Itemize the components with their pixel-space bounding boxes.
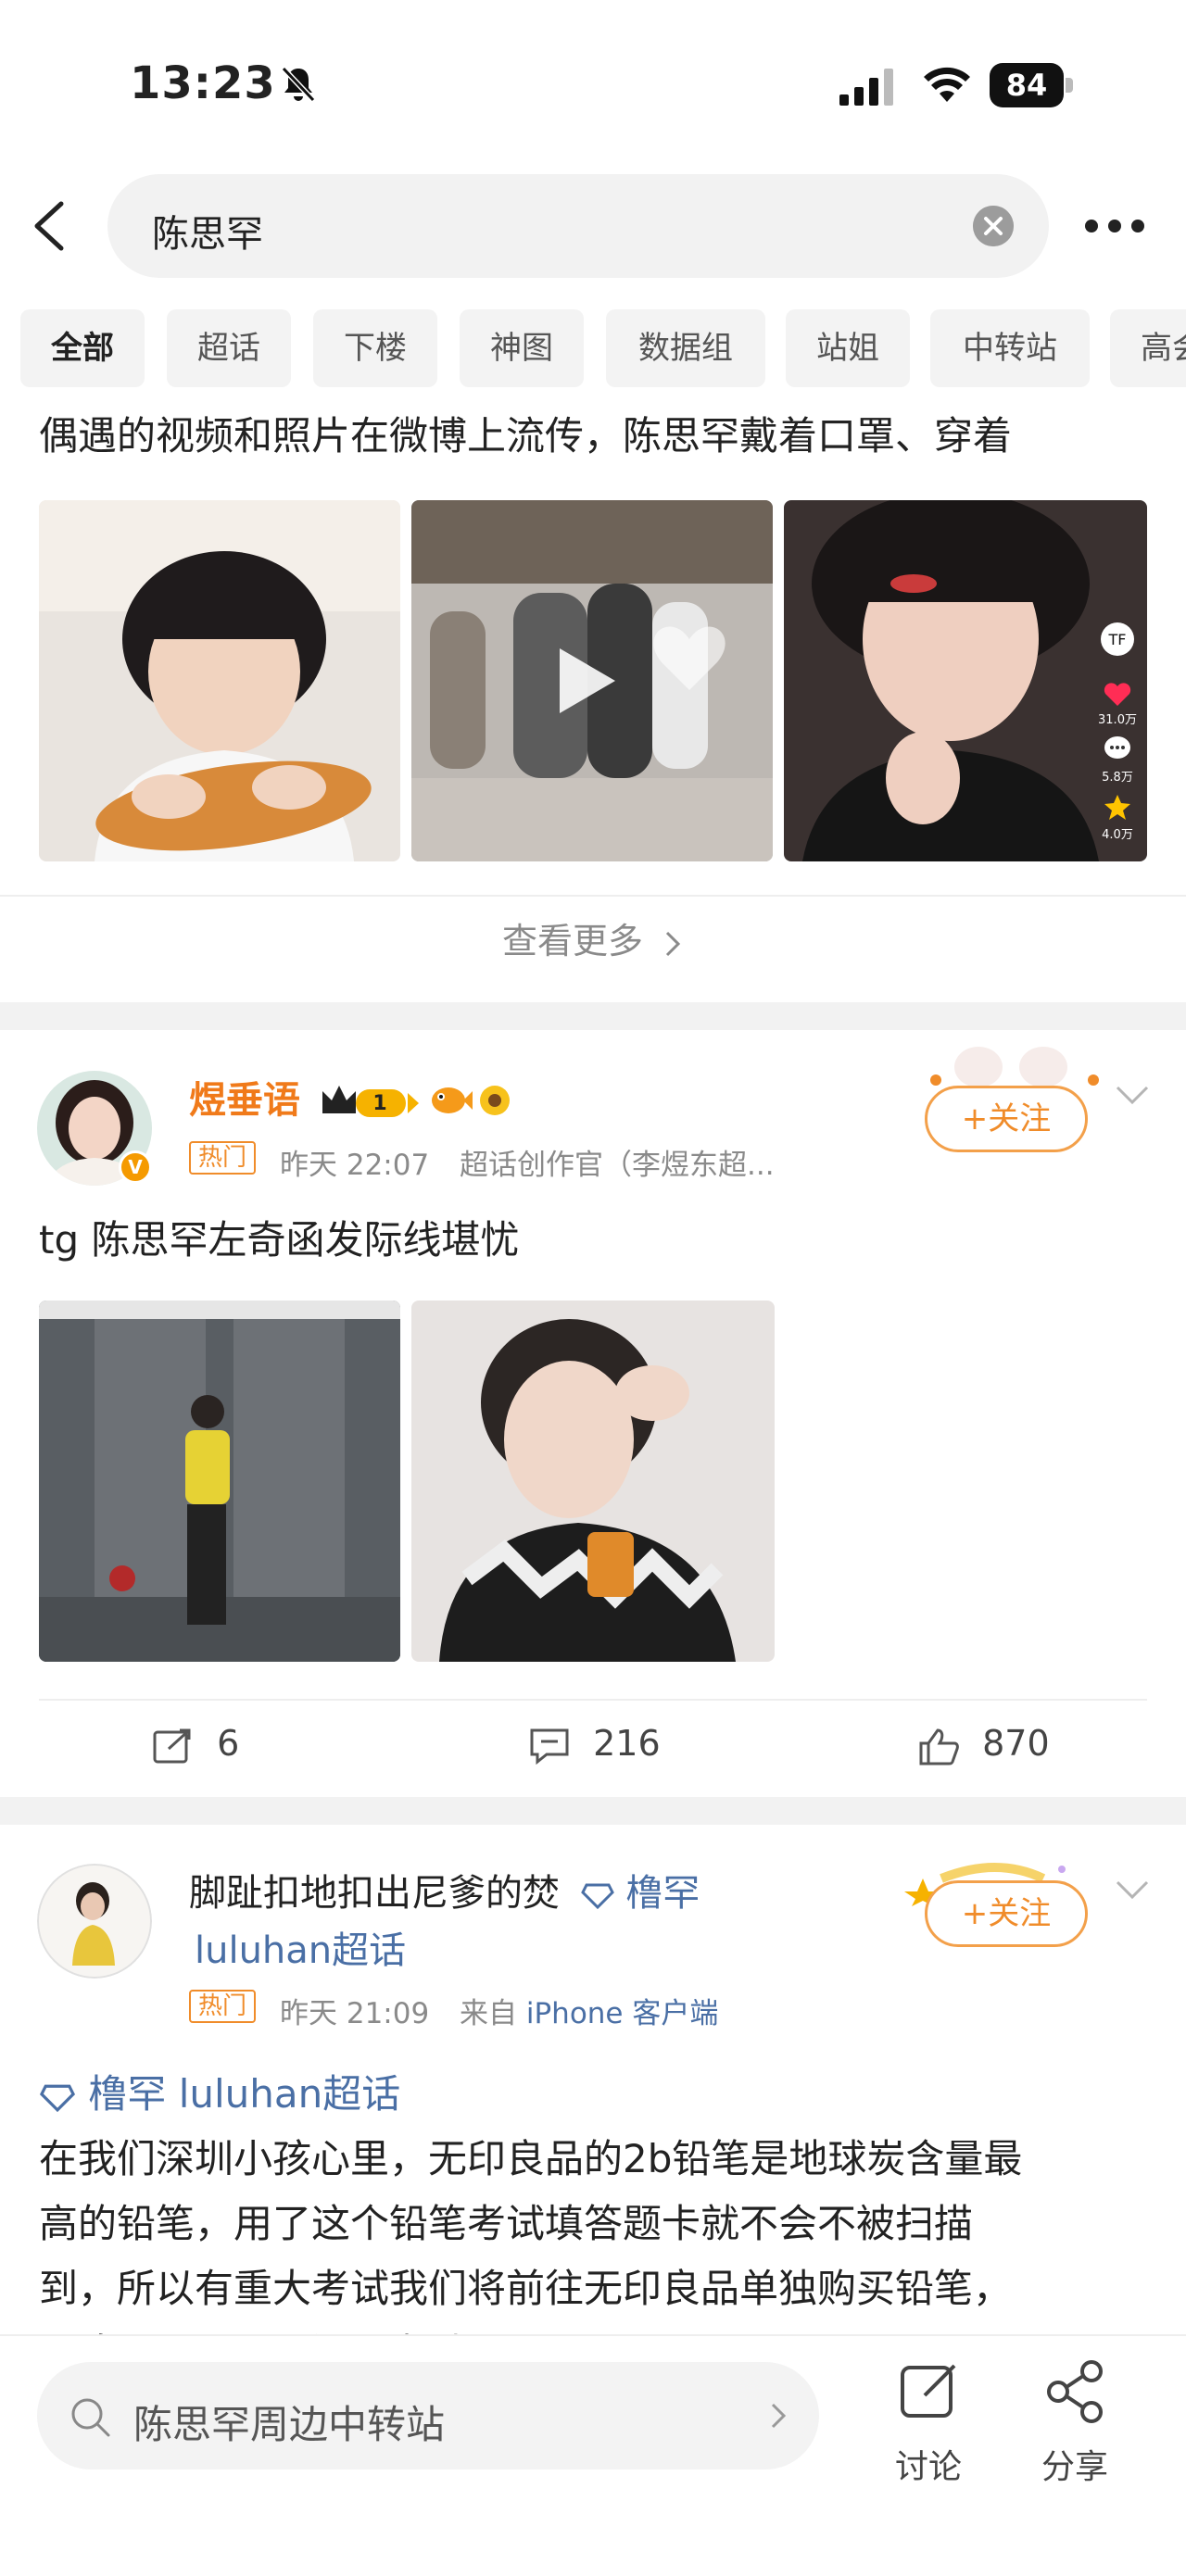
like-count-overlay: 31.0万: [1098, 713, 1137, 727]
fish-emoji-icon: [432, 1087, 473, 1113]
username-text: 脚趾扣地扣出尼爹的焚: [189, 1872, 560, 1915]
favorite-count-overlay: 4.0万: [1102, 828, 1133, 842]
share-button[interactable]: 分享: [1036, 2358, 1116, 2497]
battery-indicator: 84: [990, 63, 1073, 107]
see-more-link[interactable]: 查看更多: [0, 912, 1186, 963]
status-bar: 13:23 84: [0, 0, 1186, 167]
cellular-signal-icon: [839, 69, 893, 106]
tab-relay-station[interactable]: 中转站: [930, 309, 1090, 387]
post-photo-1[interactable]: [39, 500, 400, 861]
svg-text:TF: TF: [1108, 631, 1127, 648]
tab-data-group[interactable]: 数据组: [606, 309, 765, 387]
hot-badge: 热门: [189, 1990, 257, 2023]
share-label: 分享: [1041, 2448, 1109, 2486]
back-arrow-icon[interactable]: [28, 196, 72, 256]
tab-supertopic[interactable]: 超话: [167, 309, 291, 387]
post-photo-mirror[interactable]: [411, 1301, 775, 1662]
comment-count-overlay: 5.8万: [1102, 771, 1133, 785]
post-photo-dance[interactable]: [39, 1301, 400, 1662]
profile-icon: TF: [1101, 622, 1134, 656]
chevron-down-icon[interactable]: [1114, 1084, 1151, 1106]
divider: [39, 1699, 1147, 1701]
search-input[interactable]: 陈思罕: [107, 174, 1049, 278]
search-query: 陈思罕: [152, 213, 263, 256]
topic-link-label: 橹罕 luluhan超话: [88, 2071, 401, 2117]
user-avatar[interactable]: [37, 1864, 152, 1979]
tab-fansite[interactable]: 站姐: [786, 309, 910, 387]
follow-button[interactable]: +关注: [925, 1880, 1088, 1947]
repost-icon: [153, 1728, 191, 1763]
post-body-line: 到，所以有重大考试我们将前往无印良品单独购买铅笔，: [39, 2266, 1013, 2311]
tab-downstairs[interactable]: 下楼: [313, 309, 437, 387]
post-video-thumbnail[interactable]: [411, 500, 773, 861]
source-device: iPhone 客户端: [525, 1997, 719, 2030]
topic-search-input[interactable]: 陈思罕周边中转站: [37, 2362, 819, 2469]
bell-muted-icon: [281, 66, 316, 103]
diamond-supertopic-icon: [580, 1883, 614, 1910]
source-prefix: 来自: [460, 1997, 517, 2030]
level-number: 1: [372, 1092, 386, 1115]
search-icon: [71, 2398, 110, 2437]
post-content: tg 陈思罕左奇函发际线堪忧: [39, 1217, 520, 1263]
battery-level: 84: [990, 63, 1064, 107]
post-photo-2[interactable]: TF 31.0万 5.8万 4.0万: [784, 500, 1147, 861]
chevron-down-icon[interactable]: [1114, 1879, 1151, 1901]
divider: [0, 895, 1186, 897]
wifi-icon: [924, 67, 970, 102]
chevron-right-icon: [771, 2403, 787, 2429]
post-time: 昨天 21:09: [280, 1997, 430, 2030]
star-icon: [1104, 795, 1130, 820]
post-source: 来自 iPhone 客户端: [460, 1990, 718, 2031]
comment-count: 216: [593, 1723, 661, 1764]
status-time: 13:23: [130, 57, 276, 109]
post-body-line: 在我们深圳小孩心里，无印良品的2b铅笔是地球炭含量最: [39, 2136, 1023, 2181]
supertopic-link[interactable]: luluhan超话: [195, 1925, 406, 1977]
supertopic-inline-link[interactable]: 橹罕: [625, 1872, 700, 1915]
heart-icon: [1104, 683, 1131, 706]
thumbs-up-icon: [919, 1728, 959, 1765]
like-count: 870: [982, 1723, 1050, 1764]
hot-badge: 热门: [189, 1141, 257, 1175]
post-body-line: 高的铅笔，用了这个铅笔考试填答题卡就不会不被扫描: [39, 2201, 974, 2246]
section-separator: [0, 1797, 1186, 1825]
topic-link[interactable]: 橹罕 luluhan超话: [39, 2062, 1151, 2127]
discuss-button[interactable]: 讨论: [890, 2358, 969, 2497]
bottom-bar: 陈思罕周边中转站 讨论 分享: [0, 2334, 1186, 2576]
repost-count: 6: [217, 1723, 240, 1764]
verified-badge-icon: V: [119, 1150, 152, 1184]
tab-all[interactable]: 全部: [20, 309, 145, 387]
username[interactable]: 脚趾扣地扣出尼爹的焚 橹罕: [189, 1867, 700, 1919]
tab-god-pics[interactable]: 神图: [460, 309, 584, 387]
post-text-partial: 偶遇的视频和照片在微博上流传，陈思罕戴着口罩、穿着: [39, 413, 1013, 459]
search-placeholder: 陈思罕周边中转站: [133, 2402, 446, 2447]
share-icon: [1047, 2360, 1103, 2423]
chevron-right-icon: [665, 931, 681, 956]
clear-search-icon[interactable]: [973, 206, 1014, 246]
crown-level-badge-icon: 1: [322, 1086, 419, 1117]
section-separator: [0, 1002, 1186, 1030]
repost-button[interactable]: 6: [152, 1723, 239, 1766]
like-button[interactable]: 870: [917, 1723, 1050, 1766]
diamond-supertopic-icon: [39, 2084, 76, 2112]
edit-icon: [901, 2364, 956, 2418]
username[interactable]: 煜垂语: [189, 1074, 300, 1126]
post-time: 昨天 22:07: [280, 1149, 430, 1182]
see-more-label: 查看更多: [501, 921, 643, 961]
sunflower-icon: [480, 1086, 510, 1115]
more-options-icon[interactable]: [1082, 217, 1147, 235]
comment-bubble-icon: [1104, 736, 1130, 759]
discuss-label: 讨论: [895, 2448, 963, 2486]
tab-more[interactable]: 高会: [1110, 309, 1186, 387]
follow-button[interactable]: +关注: [925, 1086, 1088, 1152]
post-source: 超话创作官（李煜东超...: [460, 1149, 775, 1182]
comment-button[interactable]: 216: [528, 1723, 661, 1766]
comment-icon: [530, 1728, 569, 1765]
filter-tabs: 全部 超话 下楼 神图 数据组 站姐 中转站 高会: [0, 309, 1186, 395]
search-header: 陈思罕: [0, 167, 1186, 287]
